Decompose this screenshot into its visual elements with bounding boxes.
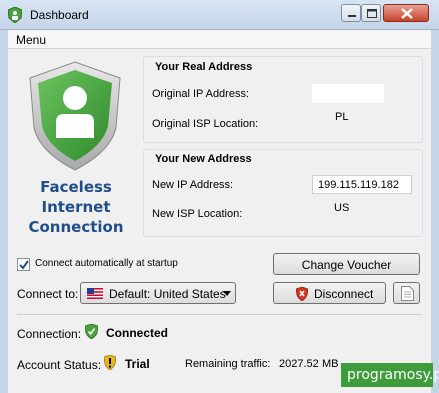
log-button[interactable] [393, 282, 420, 304]
real-address-group: Your Real Address Original IP Address: O… [143, 56, 423, 143]
checkmark-icon [19, 260, 29, 270]
auto-connect-checkbox[interactable] [17, 258, 30, 271]
original-ip-value [312, 84, 384, 103]
window-frame-left [0, 30, 8, 393]
minimize-button[interactable] [341, 4, 361, 22]
menu-item-menu[interactable]: Menu [16, 33, 46, 47]
shield-x-icon [296, 287, 308, 301]
server-select[interactable]: Default: United States [80, 282, 236, 304]
brand-line: Internet [41, 198, 111, 216]
group-title: Your Real Address [152, 61, 256, 73]
account-status-label: Account Status: [17, 358, 102, 372]
new-isp-value: US [334, 202, 350, 214]
new-ip-value: 199.115.119.182 [312, 175, 412, 194]
window-frame-right [431, 30, 439, 393]
document-icon [401, 286, 414, 301]
new-ip-label: New IP Address: [152, 179, 234, 191]
disconnect-button[interactable]: Disconnect [273, 282, 386, 304]
window-title: Dashboard [30, 8, 89, 22]
title-bar: Dashboard [0, 0, 439, 30]
maximize-button[interactable] [361, 4, 381, 22]
original-isp-value: PL [335, 111, 349, 123]
chevron-down-icon [223, 291, 231, 296]
menu-bar: Menu [8, 31, 431, 49]
separator [17, 314, 422, 315]
server-select-value: Default: United States [109, 287, 226, 301]
watermark: programosy.pl [341, 363, 439, 387]
app-icon [8, 7, 22, 23]
brand-name: Faceless Internet Connection [20, 177, 132, 237]
remaining-traffic-value: 2027.52 [279, 358, 319, 370]
original-ip-label: Original IP Address: [152, 88, 250, 100]
shield-check-icon [85, 324, 98, 339]
auto-connect-label: Connect automatically at startup [35, 258, 178, 269]
account-status-value: Trial [125, 357, 150, 371]
connection-label: Connection: [17, 327, 82, 341]
shield-user-icon [29, 61, 121, 171]
remaining-traffic-unit: MB [322, 358, 339, 370]
remaining-traffic-label: Remaining traffic: [185, 358, 271, 370]
brand-line: Faceless [40, 178, 112, 196]
close-icon [401, 8, 413, 19]
disconnect-label: Disconnect [314, 287, 374, 301]
new-isp-label: New ISP Location: [152, 208, 243, 220]
warning-icon [104, 355, 116, 370]
close-button[interactable] [383, 4, 429, 22]
minimize-icon [348, 15, 356, 17]
change-voucher-button[interactable]: Change Voucher [273, 253, 420, 275]
new-address-group: Your New Address New IP Address: 199.115… [143, 149, 423, 237]
original-isp-label: Original ISP Location: [152, 118, 259, 130]
us-flag-icon [87, 288, 103, 299]
group-title: Your New Address [152, 153, 255, 165]
brand-line: Connection [28, 218, 124, 236]
maximize-icon [367, 9, 377, 18]
connection-status-value: Connected [106, 326, 169, 340]
connect-to-label: Connect to: [17, 287, 79, 301]
